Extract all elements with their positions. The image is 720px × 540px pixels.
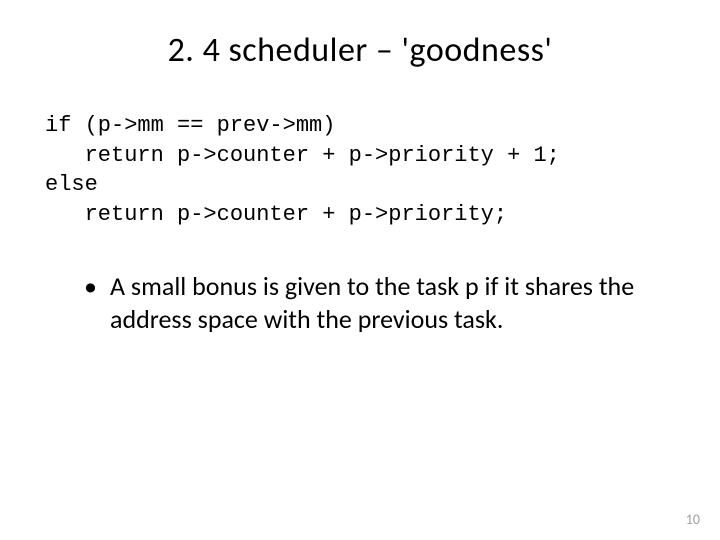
slide-title: 2. 4 scheduler – 'goodness' (40, 30, 680, 71)
code-line-1: if (p->mm == prev->mm) (45, 113, 335, 138)
bullet-marker-icon: • (80, 270, 110, 303)
page-number: 10 (686, 511, 700, 528)
code-line-3: else (45, 172, 98, 197)
bullet-text: A small bonus is given to the task p if … (110, 270, 640, 337)
code-line-4: return p->counter + p->priority; (45, 202, 507, 227)
slide: 2. 4 scheduler – 'goodness' if (p->mm ==… (0, 0, 720, 540)
code-block: if (p->mm == prev->mm) return p->counter… (45, 111, 680, 230)
bullet-list: • A small bonus is given to the task p i… (80, 270, 640, 337)
code-line-2: return p->counter + p->priority + 1; (45, 143, 560, 168)
bullet-item: • A small bonus is given to the task p i… (80, 270, 640, 337)
